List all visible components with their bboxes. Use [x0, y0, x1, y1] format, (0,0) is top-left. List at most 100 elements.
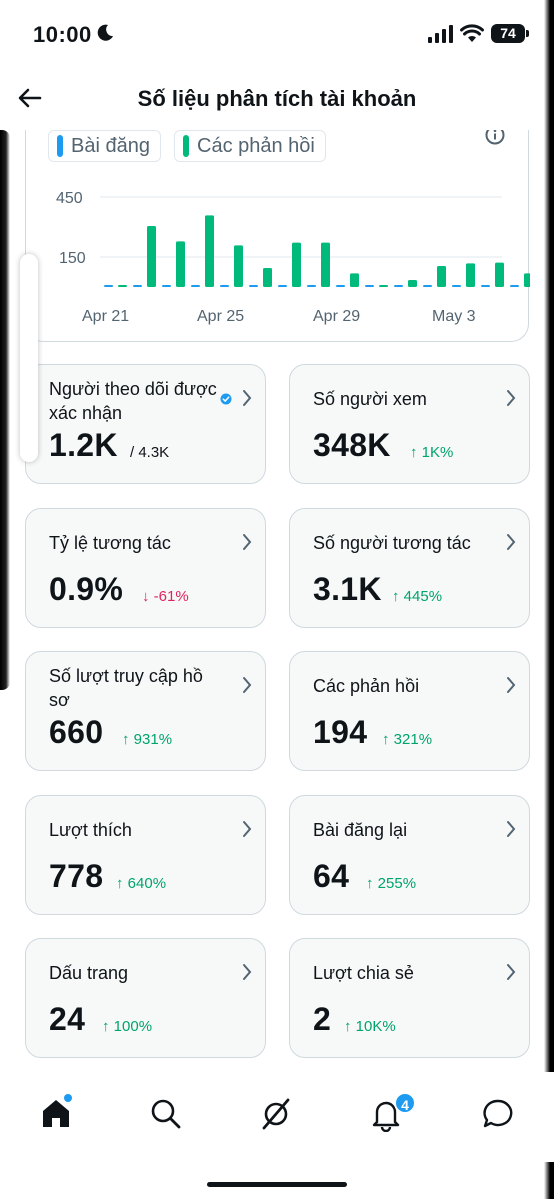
bar-posts-0 [104, 285, 113, 287]
grok-icon[interactable] [258, 1096, 294, 1132]
status-bar: 10:00 74 [0, 0, 554, 70]
chart-bars [104, 215, 530, 287]
bar-posts-11 [423, 285, 432, 287]
chevron-right-icon [243, 390, 252, 406]
wifi-icon [460, 24, 484, 42]
metric-label: Dấu trang [49, 963, 129, 983]
metric-value: 24 [49, 1001, 86, 1037]
bar-chart: 450 150 Apr 21 Apr 25 Apr 29 May 3 [56, 190, 530, 325]
moon-icon [97, 24, 113, 41]
metric-card-reposts[interactable]: Bài đăng lại 64 ↑ 255% [289, 795, 530, 915]
search-icon[interactable] [148, 1096, 184, 1132]
metric-change: ↑ 10K% [344, 1018, 396, 1035]
x-tick-apr25: Apr 25 [197, 308, 244, 325]
metric-card-engagement-rate[interactable]: Tỷ lệ tương tác 0.9% ↓ -61% [25, 508, 266, 628]
chevron-right-icon [243, 821, 252, 837]
bar-posts-4 [220, 285, 229, 287]
metric-change: ↑ 640% [116, 875, 167, 892]
x-tick-apr21: Apr 21 [82, 308, 129, 325]
header: Số liệu phân tích tài khoản [0, 70, 554, 130]
metric-card-bookmarks[interactable]: Dấu trang 24 ↑ 100% [25, 938, 266, 1058]
bar-replies-11 [437, 266, 446, 287]
y-tick-150: 150 [59, 250, 86, 267]
metric-card-engaged-users[interactable]: Số người tương tác 3.1K ↑ 445% [289, 508, 530, 628]
metric-value: 3.1K [313, 571, 382, 607]
page-title: Số liệu phân tích tài khoản [137, 86, 417, 111]
bar-posts-2 [162, 285, 171, 287]
metric-change: ↑ 321% [382, 731, 433, 748]
bar-replies-4 [234, 245, 243, 287]
legend-label-posts: Bài đăng [71, 134, 150, 157]
metric-card-viewers[interactable]: Số người xem 348K ↑ 1K% [289, 364, 530, 484]
metric-change: ↑ 931% [122, 731, 173, 748]
verified-icon [220, 393, 232, 405]
bar-replies-1 [147, 226, 156, 287]
metric-card-likes[interactable]: Lượt thích 778 ↑ 640% [25, 795, 266, 915]
bar-posts-9 [365, 285, 374, 287]
bar-replies-8 [350, 273, 359, 287]
bar-replies-10 [408, 280, 417, 287]
bar-posts-14 [510, 285, 519, 287]
bar-posts-6 [278, 285, 287, 287]
metric-value: 778 [49, 858, 104, 894]
metric-card-profile-visits[interactable]: Số lượt truy cập hồ sơ 660 ↑ 931% [25, 651, 266, 771]
bar-posts-12 [452, 285, 461, 287]
metric-card-shares[interactable]: Lượt chia sẻ 2 ↑ 10K% [289, 938, 530, 1058]
metric-change: ↓ -61% [142, 588, 189, 605]
metric-value: 348K [313, 427, 391, 463]
chevron-right-icon [507, 821, 516, 837]
chevron-right-icon [507, 534, 516, 550]
bar-posts-1 [133, 285, 142, 287]
metric-label: Số lượt truy cập hồ sơ [49, 666, 203, 710]
legend-chip-posts[interactable]: Bài đăng [48, 130, 161, 162]
bar-replies-0 [118, 285, 127, 287]
battery-tip [526, 30, 529, 37]
metric-change: ↑ 445% [392, 588, 443, 605]
legend-swatch-posts [57, 135, 63, 157]
bottom-nav: 4 [0, 1072, 554, 1162]
legend-swatch-replies [183, 135, 189, 157]
bar-replies-14 [524, 273, 530, 287]
metric-label: Lượt chia sẻ [313, 963, 414, 983]
metric-value: 660 [49, 714, 104, 750]
bar-replies-3 [205, 215, 214, 287]
scroll-handle[interactable] [20, 254, 38, 462]
chat-icon[interactable] [480, 1096, 516, 1132]
bar-posts-10 [394, 285, 403, 287]
metric-value: 2 [313, 1001, 332, 1037]
metric-value: 0.9% [49, 571, 124, 607]
metric-total: / 4.3K [130, 444, 170, 461]
metric-value: 64 [313, 858, 350, 894]
bar-posts-7 [307, 285, 316, 287]
bar-posts-13 [481, 285, 490, 287]
home-unread-dot [64, 1094, 72, 1102]
screen-edge-left [0, 130, 10, 690]
home-indicator [207, 1182, 347, 1187]
x-tick-may3: May 3 [432, 308, 476, 325]
metric-label: Tỷ lệ tương tác [49, 533, 171, 553]
y-tick-450: 450 [56, 190, 83, 207]
metric-change: ↑ 100% [102, 1018, 153, 1035]
screen-edge-right [544, 0, 554, 1199]
metric-label: Lượt thích [49, 820, 132, 840]
chevron-right-icon [507, 964, 516, 980]
legend-chip-replies[interactable]: Các phản hồi [174, 130, 326, 162]
chevron-right-icon [507, 677, 516, 693]
x-tick-apr29: Apr 29 [313, 308, 360, 325]
metric-value: 1.2K [49, 427, 118, 463]
bar-posts-8 [336, 285, 345, 287]
status-time: 10:00 [33, 22, 92, 47]
metric-label: Bài đăng lại [313, 820, 408, 840]
chevron-right-icon [243, 534, 252, 550]
bar-replies-13 [495, 262, 504, 287]
metric-label: Số người xem [313, 389, 427, 409]
bar-posts-5 [249, 285, 258, 287]
metric-card-verified-followers[interactable]: Người theo dõi được xác nhận 1.2K / 4.3K [25, 364, 266, 484]
bar-replies-7 [321, 242, 330, 287]
chevron-right-icon [507, 390, 516, 406]
metric-card-replies[interactable]: Các phản hồi 194 ↑ 321% [289, 651, 530, 771]
metric-label: Số người tương tác [313, 533, 471, 553]
bar-replies-6 [292, 242, 301, 287]
bar-posts-3 [191, 285, 200, 287]
bar-replies-5 [263, 268, 272, 287]
